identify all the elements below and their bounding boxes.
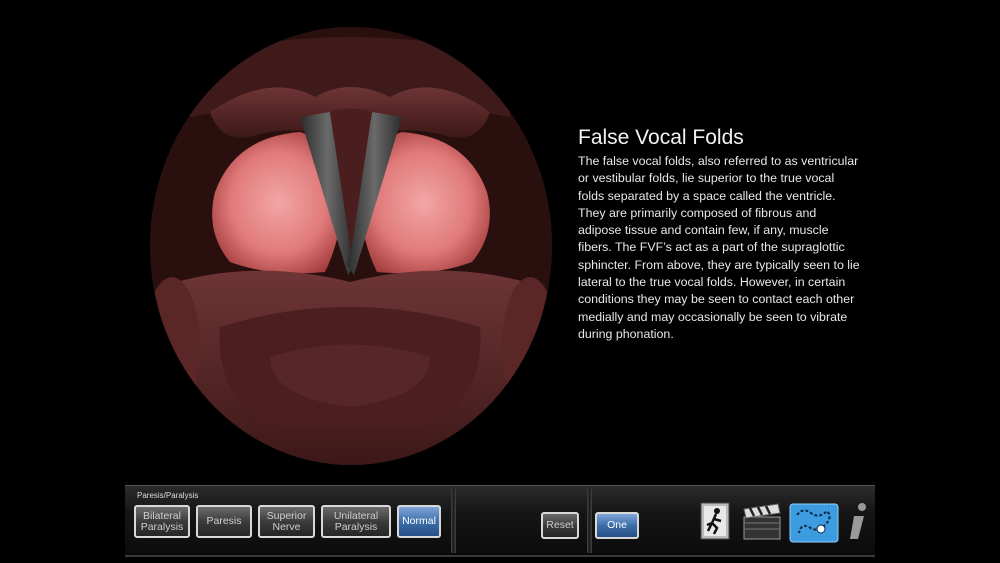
paresis-button[interactable]: Paresis: [196, 505, 252, 538]
paresis-group-label: Paresis/Paralysis: [137, 491, 199, 500]
toolbar-divider: [451, 489, 456, 553]
info-description: The false vocal folds, also referred to …: [578, 154, 860, 341]
unilateral-paralysis-button[interactable]: Unilateral Paralysis: [321, 505, 391, 538]
one-button[interactable]: One: [595, 512, 639, 539]
button-label-line1: Bilateral: [143, 509, 181, 522]
trace-path-icon[interactable]: [789, 502, 839, 544]
button-label-line2: Nerve: [272, 520, 301, 533]
button-label: Normal: [402, 515, 436, 527]
larynx-illustration: [150, 27, 552, 465]
button-label: One: [607, 519, 627, 531]
button-label-line2: Paralysis: [140, 520, 184, 533]
info-title: False Vocal Folds: [578, 126, 744, 149]
clapperboard-icon[interactable]: [741, 501, 783, 543]
reset-button[interactable]: Reset: [541, 512, 579, 539]
normal-button[interactable]: Normal: [397, 505, 441, 538]
bilateral-paralysis-button[interactable]: Bilateral Paralysis: [134, 505, 190, 538]
toolbar-divider: [587, 489, 592, 553]
button-label-line2: Paralysis: [334, 520, 378, 533]
button-label: Paresis: [206, 515, 242, 527]
superior-nerve-button[interactable]: Superior Nerve: [258, 505, 315, 538]
toolbar: Paresis/Paralysis Bilateral Paralysis Par…: [125, 485, 875, 557]
button-label-line1: Superior: [266, 509, 307, 522]
button-label-line1: Unilateral: [333, 509, 379, 522]
exit-runner-icon[interactable]: [697, 501, 735, 543]
button-label: Reset: [546, 519, 574, 531]
info-icon[interactable]: [845, 501, 871, 543]
